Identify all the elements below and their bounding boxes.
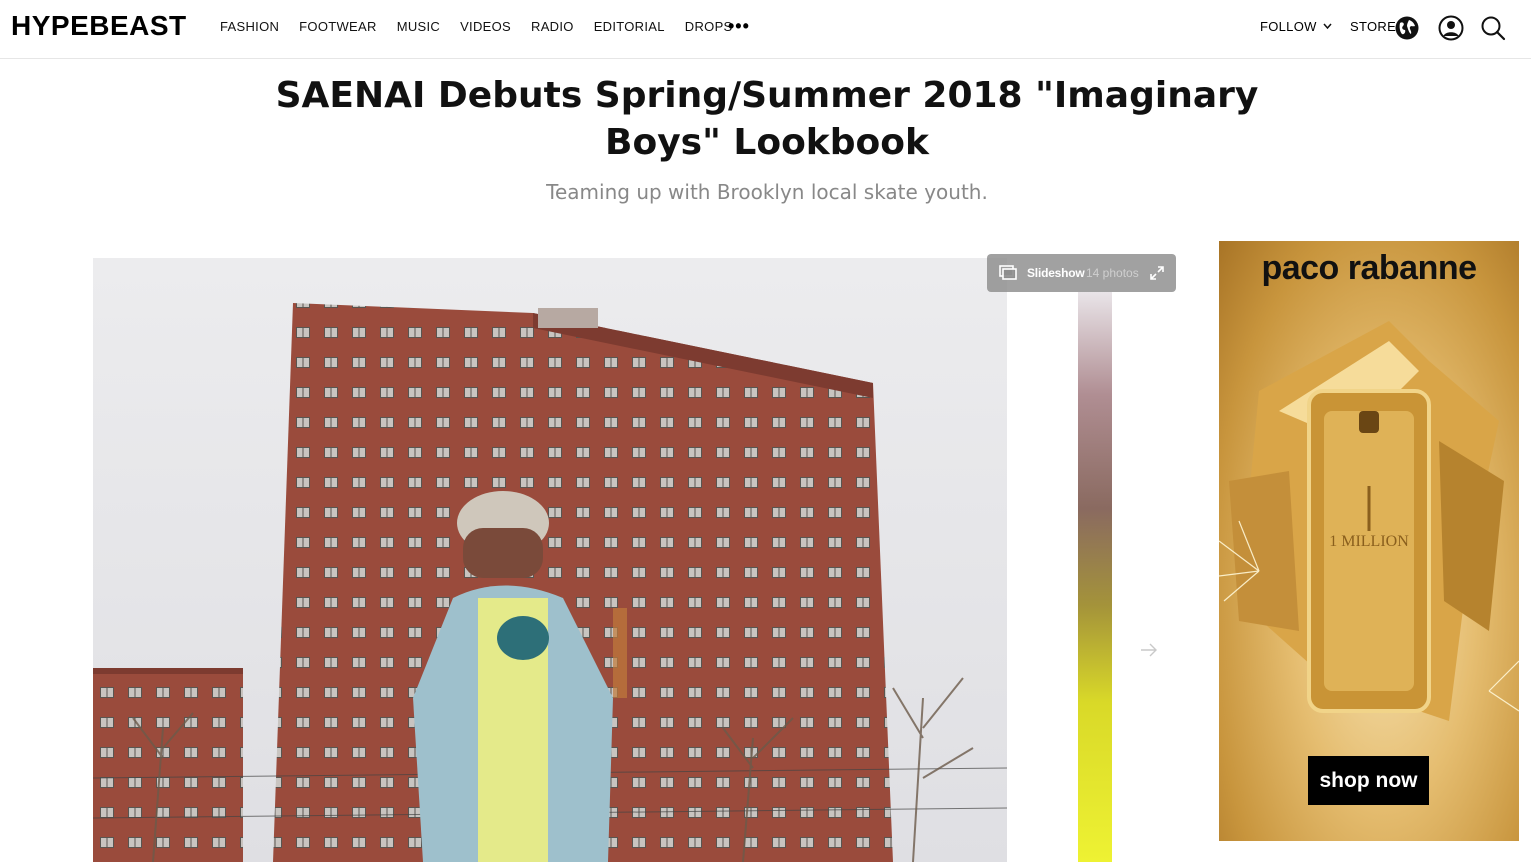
arrow-right-icon[interactable] bbox=[1139, 640, 1159, 660]
nav-item-drops[interactable]: DROPS bbox=[685, 19, 733, 34]
bottle-label: 1 MILLION bbox=[1329, 533, 1409, 550]
nav-item-footwear[interactable]: FOOTWEAR bbox=[299, 19, 377, 34]
follow-label: FOLLOW bbox=[1260, 19, 1317, 34]
nav-item-radio[interactable]: RADIO bbox=[531, 19, 574, 34]
nav-item-music[interactable]: MUSIC bbox=[397, 19, 440, 34]
gallery-next-preview[interactable] bbox=[1078, 292, 1112, 862]
more-menu-button[interactable]: ••• bbox=[728, 16, 750, 37]
perfume-bottle-image: 1 MILLION bbox=[1219, 321, 1519, 721]
nav-item-editorial[interactable]: EDITORIAL bbox=[594, 19, 665, 34]
globe-icon[interactable] bbox=[1394, 15, 1420, 41]
site-header: HYPEBEAST FASHION FOOTWEAR MUSIC VIDEOS … bbox=[0, 0, 1531, 59]
photo-count: 14 photos bbox=[1086, 266, 1139, 280]
ad-brand-name: paco rabanne bbox=[1261, 249, 1477, 287]
nav-item-videos[interactable]: VIDEOS bbox=[460, 19, 511, 34]
expand-icon bbox=[1150, 266, 1164, 280]
store-link[interactable]: STORE bbox=[1350, 19, 1396, 34]
article-title: SAENAI Debuts Spring/Summer 2018 "Imagin… bbox=[275, 75, 1259, 163]
main-nav: FASHION FOOTWEAR MUSIC VIDEOS RADIO EDIT… bbox=[220, 19, 753, 34]
chevron-down-icon bbox=[1323, 23, 1332, 30]
article-subtitle: Teaming up with Brooklyn local skate you… bbox=[546, 180, 988, 204]
site-logo[interactable]: HYPEBEAST bbox=[11, 10, 187, 42]
header-actions: FOLLOW STORE bbox=[1241, 0, 1531, 59]
nav-item-fashion[interactable]: FASHION bbox=[220, 19, 279, 34]
slideshow-icon bbox=[999, 265, 1017, 280]
search-icon[interactable] bbox=[1480, 15, 1506, 41]
ad-shop-now-button[interactable]: shop now bbox=[1308, 756, 1429, 805]
follow-dropdown[interactable]: FOLLOW bbox=[1260, 19, 1332, 34]
slideshow-button[interactable]: Slideshow 14 photos bbox=[987, 254, 1176, 292]
user-icon[interactable] bbox=[1438, 15, 1464, 41]
gallery-main-photo[interactable] bbox=[93, 258, 1007, 862]
photo-illustration bbox=[93, 303, 1007, 862]
slideshow-label: Slideshow bbox=[1027, 266, 1085, 280]
ad-banner[interactable]: paco rabanne 1 MILLION shop now bbox=[1219, 241, 1519, 841]
